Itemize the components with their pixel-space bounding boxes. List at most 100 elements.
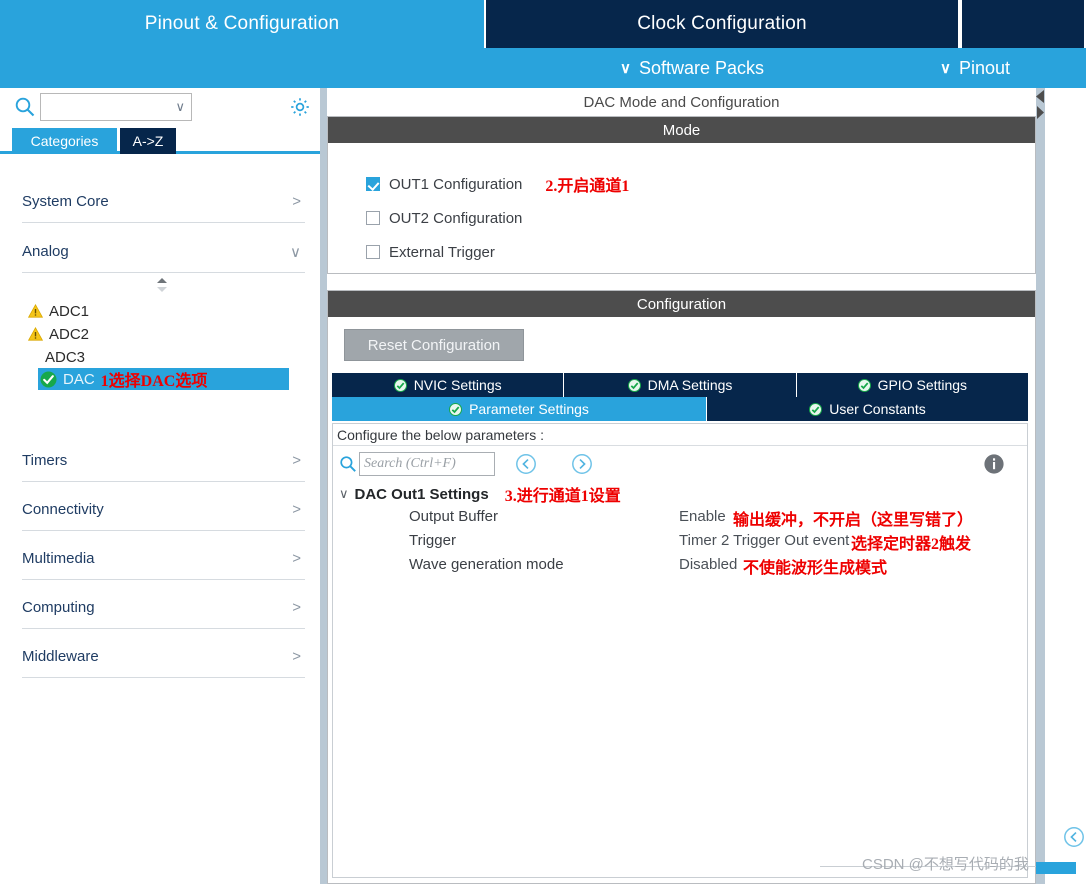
sidebar-group-computing[interactable]: Computing >	[22, 587, 305, 629]
config-tab-row-1: NVIC Settings DMA Settings GPIO Settings	[332, 373, 1028, 397]
chevron-right-icon: >	[292, 501, 301, 518]
param-name-output-buffer: Output Buffer	[409, 508, 498, 525]
configure-hint: Configure the below parameters :	[333, 424, 1027, 446]
sidebar-tab-categories-label: Categories	[30, 133, 99, 149]
watermark: CSDN @不想写代码的我	[862, 856, 1029, 873]
reset-configuration-button[interactable]: Reset Configuration	[344, 329, 524, 361]
checkbox-external-trigger[interactable]	[366, 245, 380, 259]
menu-software-packs[interactable]: ∨ Software Packs	[620, 48, 764, 88]
tab-nvic-settings[interactable]: NVIC Settings	[332, 373, 565, 397]
tab-user-constants[interactable]: User Constants	[707, 397, 1028, 421]
tab-nvic-settings-label: NVIC Settings	[413, 377, 502, 393]
sidebar-group-computing-label: Computing	[22, 599, 95, 616]
parameter-search-row: Search (Ctrl+F)	[333, 447, 1027, 481]
tab-pinout-configuration-label: Pinout & Configuration	[144, 13, 340, 34]
configuration-panel-header: Configuration	[328, 291, 1035, 317]
sidebar-group-analog[interactable]: Analog ∨	[22, 231, 305, 273]
sort-indicator-icon[interactable]	[155, 277, 169, 293]
checkbox-row-out2[interactable]: OUT2 Configuration	[366, 207, 522, 229]
param-value-trigger[interactable]: Timer 2 Trigger Out event	[679, 532, 849, 549]
sidebar-item-adc3[interactable]: ADC3	[45, 346, 85, 368]
tab-dma-settings[interactable]: DMA Settings	[564, 373, 797, 397]
sidebar-group-timers[interactable]: Timers >	[22, 440, 305, 482]
cubemx-window: Pinout & Configuration Clock Configurati…	[0, 0, 1086, 884]
configuration-pane: DAC Mode and Configuration Mode OUT1 Con…	[327, 88, 1036, 884]
info-icon[interactable]	[983, 453, 1005, 475]
right-splitter[interactable]	[1036, 88, 1045, 884]
parameter-settings-area: Configure the below parameters : Search …	[332, 423, 1028, 878]
chevron-right-icon: >	[292, 193, 301, 210]
table-row[interactable]: Wave generation mode Disabled 不使能波形生成模式	[333, 554, 1027, 578]
sidebar-tab-a-to-z-label: A->Z	[132, 133, 164, 149]
warning-triangle-icon	[27, 303, 44, 318]
sidebar-item-adc2[interactable]: ADC2	[27, 323, 89, 345]
configuration-panel: Configuration Reset Configuration NVIC S…	[327, 290, 1036, 884]
parameter-search-input[interactable]: Search (Ctrl+F)	[359, 452, 495, 476]
sidebar-item-dac[interactable]: DAC 1选择DAC选项	[38, 368, 289, 390]
check-circle-icon	[627, 378, 641, 392]
annotation-channel1-settings: 3.进行通道1设置	[504, 488, 621, 505]
sidebar-group-system-core-label: System Core	[22, 193, 109, 210]
parameter-tree: ∨ DAC Out1 Settings 3.进行通道1设置 Output Buf…	[333, 482, 1027, 578]
sidebar-group-middleware[interactable]: Middleware >	[22, 636, 305, 678]
menu-pinout[interactable]: ∨ Pinout	[940, 48, 1010, 88]
sidebar-group-multimedia-label: Multimedia	[22, 550, 95, 567]
check-circle-icon	[449, 402, 463, 416]
chevron-left-circle-icon[interactable]	[1063, 826, 1085, 848]
tab-parameter-settings[interactable]: Parameter Settings	[332, 397, 707, 421]
sidebar-group-multimedia[interactable]: Multimedia >	[22, 538, 305, 580]
splitter-collapse-arrows[interactable]	[1036, 88, 1045, 128]
main-tab-bar: Pinout & Configuration Clock Configurati…	[0, 0, 1086, 48]
check-circle-icon	[393, 378, 407, 392]
check-circle-icon	[809, 402, 823, 416]
checkbox-out1-configuration[interactable]	[366, 177, 380, 191]
annotation-wave-generation: 不使能波形生成模式	[743, 560, 888, 577]
search-icon	[339, 455, 357, 473]
chevron-down-icon: ∨	[940, 59, 951, 77]
sidebar-tree: System Core > Analog ∨ ADC1 ADC2 ADC3 DA…	[0, 157, 320, 884]
sidebar-tab-bar: Categories A->Z	[0, 128, 320, 154]
checkbox-out1-label: OUT1 Configuration	[389, 175, 523, 193]
tab-clock-configuration[interactable]: Clock Configuration	[484, 0, 960, 48]
sidebar-tab-categories[interactable]: Categories	[12, 128, 117, 154]
checkbox-out2-configuration[interactable]	[366, 211, 380, 225]
tab-extra[interactable]	[960, 0, 1086, 48]
chevron-left-circle-icon[interactable]	[515, 453, 537, 475]
warning-triangle-icon	[27, 326, 44, 341]
sidebar-group-connectivity[interactable]: Connectivity >	[22, 489, 305, 531]
mode-panel-header: Mode	[328, 117, 1035, 143]
corner-accent-bar	[1036, 862, 1076, 874]
sidebar-group-timers-label: Timers	[22, 452, 68, 469]
sidebar-tab-a-to-z[interactable]: A->Z	[120, 128, 176, 154]
menu-pinout-label: Pinout	[958, 57, 1011, 78]
table-row[interactable]: Output Buffer Enable 输出缓冲，不开启（这里写错了）	[333, 506, 1027, 530]
sidebar-search-combo[interactable]: ∨	[40, 93, 192, 121]
tab-pinout-configuration[interactable]: Pinout & Configuration	[0, 0, 484, 48]
param-value-output-buffer[interactable]: Enable	[679, 508, 726, 525]
tab-gpio-settings[interactable]: GPIO Settings	[796, 373, 1028, 397]
sidebar-group-analog-label: Analog	[22, 243, 69, 260]
category-sidebar: ∨ Categories A->Z System Core > Analog ∨…	[0, 88, 320, 884]
param-name-wave-generation-mode: Wave generation mode	[409, 556, 564, 573]
sidebar-group-middleware-label: Middleware	[22, 648, 99, 665]
chevron-down-icon: ∨	[290, 243, 301, 261]
sidebar-item-adc1[interactable]: ADC1	[27, 300, 89, 322]
check-circle-icon	[40, 371, 57, 388]
tab-user-constants-label: User Constants	[829, 401, 926, 417]
chevron-right-icon: >	[292, 550, 301, 567]
sidebar-search-row: ∨	[0, 88, 320, 126]
param-value-wave-generation-mode[interactable]: Disabled	[679, 556, 737, 573]
chevron-down-icon[interactable]: ∨	[339, 486, 349, 502]
tab-dma-settings-label: DMA Settings	[647, 377, 733, 393]
param-name-trigger: Trigger	[409, 532, 456, 549]
table-row[interactable]: Trigger Timer 2 Trigger Out event 选择定时器2…	[333, 530, 1027, 554]
left-splitter[interactable]	[320, 88, 327, 884]
checkbox-row-out1[interactable]: OUT1 Configuration 2.开启通道1	[366, 173, 629, 195]
sidebar-group-system-core[interactable]: System Core >	[22, 181, 305, 223]
tab-gpio-settings-label: GPIO Settings	[877, 377, 968, 393]
reset-configuration-label: Reset Configuration	[367, 336, 501, 354]
tree-root-dac-out1-settings[interactable]: ∨ DAC Out1 Settings 3.进行通道1设置	[333, 482, 1027, 506]
chevron-right-circle-icon[interactable]	[571, 453, 593, 475]
gear-icon[interactable]	[288, 95, 312, 119]
checkbox-row-external-trigger[interactable]: External Trigger	[366, 241, 495, 263]
